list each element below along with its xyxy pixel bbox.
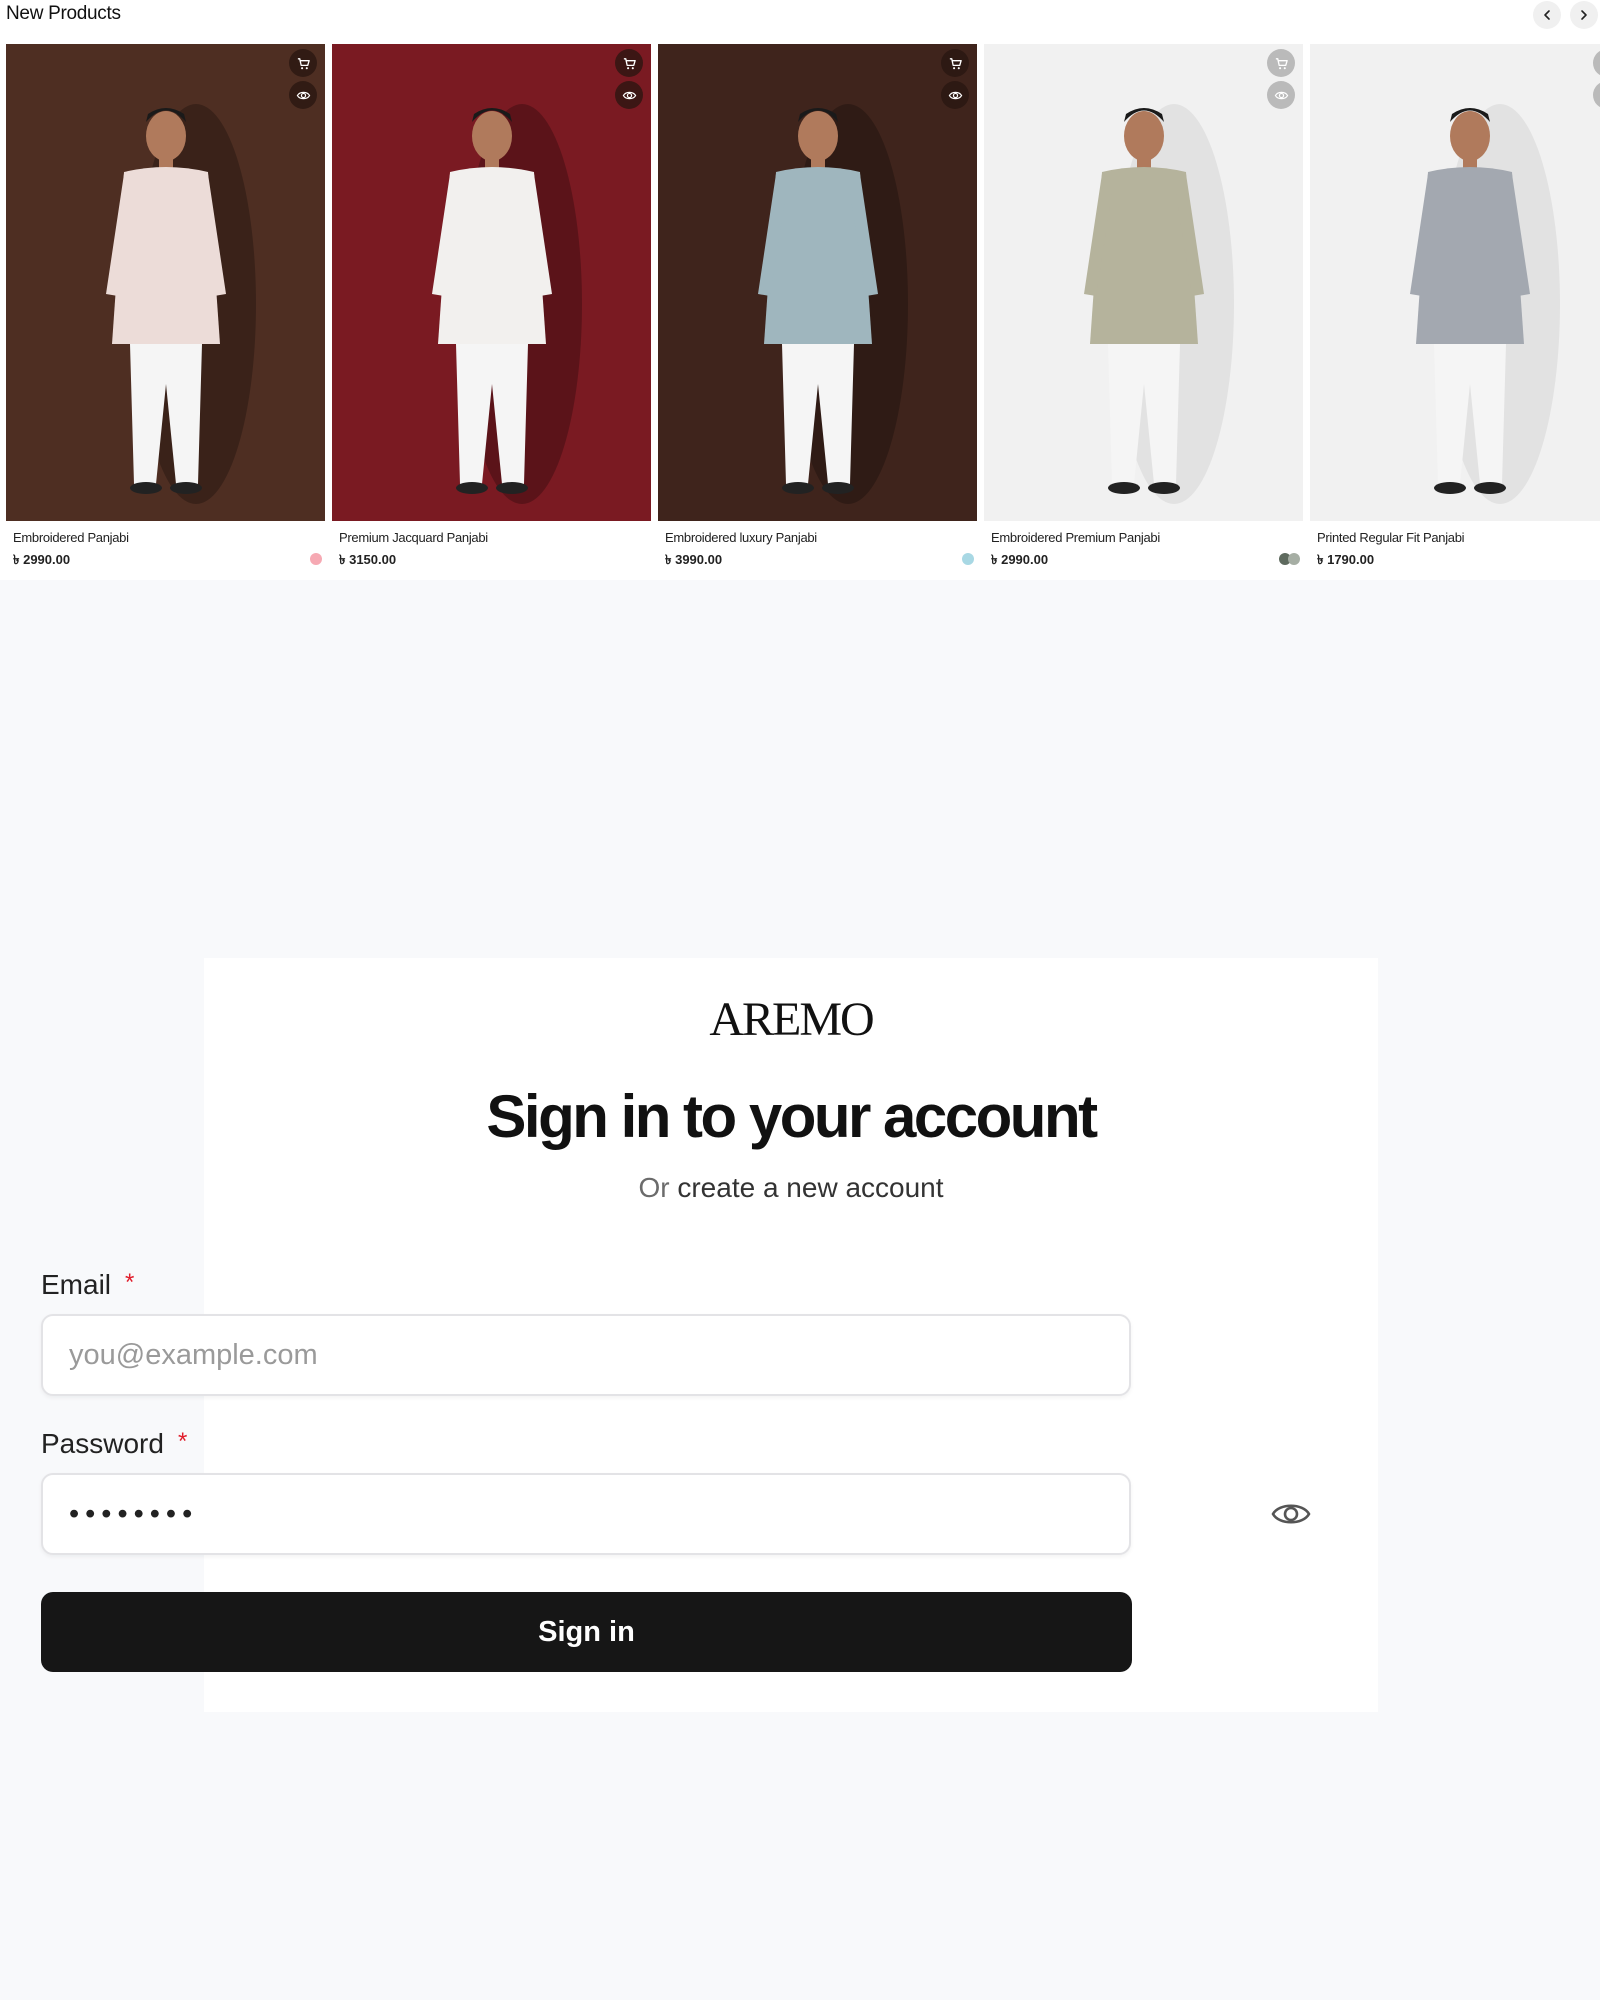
- product-price: ৳ 3150.00: [339, 552, 397, 567]
- quick-view-button[interactable]: [615, 81, 643, 109]
- product-name[interactable]: Embroidered Panjabi: [13, 530, 129, 545]
- page-title: Sign in to your account: [486, 1083, 1098, 1150]
- email-label-text: Email: [41, 1269, 112, 1300]
- cart-icon: [623, 57, 636, 69]
- quick-view-button[interactable]: [289, 81, 317, 109]
- product-name[interactable]: Premium Jacquard Panjabi: [339, 530, 488, 545]
- email-field[interactable]: [41, 1314, 1131, 1396]
- add-to-cart-button[interactable]: [941, 49, 969, 77]
- product-image[interactable]: [332, 44, 651, 521]
- color-swatch[interactable]: [310, 553, 322, 565]
- brand-logo: AREMO: [709, 993, 874, 1046]
- show-password-toggle[interactable]: [1271, 1496, 1311, 1532]
- cart-icon: [1275, 57, 1288, 69]
- signin-subtitle: Or create a new account: [204, 1172, 1378, 1204]
- product-card[interactable]: Premium Jacquard Panjabi ৳ 3150.00: [332, 44, 651, 574]
- eye-icon: [1274, 91, 1288, 99]
- cart-icon: [297, 57, 310, 69]
- product-price: ৳ 2990.00: [991, 552, 1049, 567]
- create-account-link[interactable]: create a new account: [677, 1172, 943, 1203]
- carousel-prev-button[interactable]: [1533, 1, 1561, 29]
- product-price: ৳ 1790.00: [1317, 552, 1375, 567]
- add-to-cart-button[interactable]: [615, 49, 643, 77]
- new-products-section: New Products Embroidered Panjabi ৳ 2990.0…: [0, 0, 1600, 580]
- signin-button[interactable]: Sign in: [41, 1592, 1132, 1672]
- product-price: ৳ 3990.00: [665, 552, 723, 567]
- eye-icon: [948, 91, 962, 99]
- required-mark: *: [125, 1269, 135, 1296]
- product-name[interactable]: Embroidered Premium Panjabi: [991, 530, 1160, 545]
- color-swatch[interactable]: [962, 553, 974, 565]
- product-image[interactable]: [1310, 44, 1600, 521]
- cart-icon: [949, 57, 962, 69]
- product-image[interactable]: [658, 44, 977, 521]
- color-swatch[interactable]: [1288, 553, 1300, 565]
- section-title: New Products: [6, 3, 121, 24]
- product-name[interactable]: Embroidered luxury Panjabi: [665, 530, 817, 545]
- eye-icon: [296, 91, 310, 99]
- product-card[interactable]: Embroidered luxury Panjabi ৳ 3990.00: [658, 44, 977, 574]
- product-image[interactable]: [6, 44, 325, 521]
- required-mark: *: [177, 1428, 188, 1455]
- eye-icon: [622, 91, 636, 99]
- email-label: Email *: [41, 1269, 134, 1301]
- eye-icon: [1271, 1504, 1311, 1524]
- product-name[interactable]: Printed Regular Fit Panjabi: [1317, 530, 1465, 545]
- product-card[interactable]: Printed Regular Fit Panjabi ৳ 1790.00: [1310, 44, 1600, 574]
- product-price: ৳ 2990.00: [13, 552, 71, 567]
- add-to-cart-button[interactable]: [1267, 49, 1295, 77]
- product-image[interactable]: [984, 44, 1303, 521]
- password-label: Password *: [41, 1428, 187, 1460]
- chevron-left-icon: [1544, 10, 1550, 20]
- product-card[interactable]: Embroidered Premium Panjabi ৳ 2990.00: [984, 44, 1303, 574]
- carousel-next-button[interactable]: [1570, 1, 1598, 29]
- subtitle-prefix: Or: [638, 1172, 678, 1203]
- product-card[interactable]: Embroidered Panjabi ৳ 2990.00: [6, 44, 325, 574]
- quick-view-button[interactable]: [1267, 81, 1295, 109]
- add-to-cart-button[interactable]: [289, 49, 317, 77]
- chevron-right-icon: [1581, 10, 1587, 20]
- password-field[interactable]: [41, 1473, 1131, 1555]
- quick-view-button[interactable]: [941, 81, 969, 109]
- password-label-text: Password: [41, 1428, 164, 1459]
